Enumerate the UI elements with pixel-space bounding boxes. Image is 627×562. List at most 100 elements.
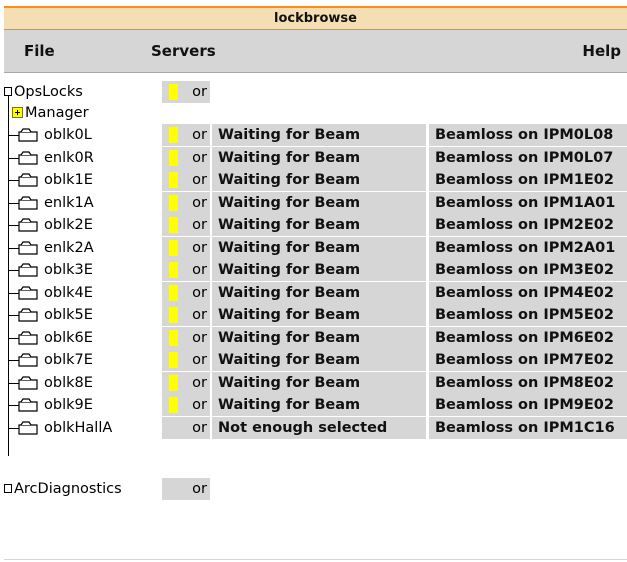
lock-row[interactable]: oblkHallA or Not enough selected Beamloss o… xyxy=(4,417,627,439)
status-text: Waiting for Beam xyxy=(218,240,361,256)
folder-icon xyxy=(18,263,38,277)
lock-row[interactable]: oblk5E or Waiting for Beam Beamloss on IPM5… xyxy=(4,304,627,326)
status-cell: Waiting for Beam xyxy=(212,237,426,259)
status-cell: Waiting for Beam xyxy=(212,192,426,214)
lock-row[interactable]: enlk1A or Waiting for Beam Beamloss on IPM1… xyxy=(4,192,627,214)
lock-row[interactable]: oblk1E or Waiting for Beam Beamloss on IPM1… xyxy=(4,169,627,191)
lock-name: oblkHallA xyxy=(44,420,113,436)
source-text: Beamloss on IPM8E02 xyxy=(435,375,614,391)
folder-icon xyxy=(18,286,38,300)
tree-row-arc[interactable]: ArcDiagnostics or xyxy=(4,478,627,500)
window-title: lockbrowse xyxy=(4,6,627,30)
status-cell: Waiting for Beam xyxy=(212,259,426,281)
expand-icon[interactable] xyxy=(12,107,23,118)
status-text: Waiting for Beam xyxy=(218,262,361,278)
folder-icon xyxy=(18,308,38,322)
source-cell: Beamloss on IPM7E02 xyxy=(429,349,627,371)
lock-row[interactable]: enlk0R or Waiting for Beam Beamloss on IPM0… xyxy=(4,147,627,169)
state-text: or xyxy=(192,262,207,278)
tree-root-label: OpsLocks xyxy=(14,84,83,100)
source-text: Beamloss on IPM9E02 xyxy=(435,397,614,413)
folder-icon xyxy=(18,196,38,210)
status-cell: Waiting for Beam xyxy=(212,282,426,304)
status-text: Waiting for Beam xyxy=(218,285,361,301)
status-cell: Waiting for Beam xyxy=(212,169,426,191)
state-cell: or xyxy=(162,417,210,439)
folder-icon xyxy=(18,173,38,187)
state-text: or xyxy=(192,217,207,233)
state-text: or xyxy=(192,150,207,166)
menu-file[interactable]: File xyxy=(24,30,55,73)
lock-name: oblk3E xyxy=(44,262,93,278)
state-indicator xyxy=(169,240,178,256)
lock-name: oblk4E xyxy=(44,285,93,301)
folder-icon xyxy=(18,241,38,255)
status-text: Waiting for Beam xyxy=(218,307,361,323)
lock-row[interactable]: oblk6E or Waiting for Beam Beamloss on IPM6… xyxy=(4,327,627,349)
lock-name: oblk7E xyxy=(44,352,93,368)
source-cell: Beamloss on IPM6E02 xyxy=(429,327,627,349)
state-text: or xyxy=(192,127,207,143)
lock-name: enlk1A xyxy=(44,195,94,211)
lock-name: oblk8E xyxy=(44,375,93,391)
state-cell: or xyxy=(162,282,210,304)
source-text: Beamloss on IPM0L08 xyxy=(435,127,614,143)
lock-row[interactable]: oblk8E or Waiting for Beam Beamloss on IPM8… xyxy=(4,372,627,394)
state-indicator xyxy=(169,84,178,100)
tree-row-root[interactable]: OpsLocks or xyxy=(4,81,627,103)
state-text: or xyxy=(192,285,207,301)
source-cell: Beamloss on IPM0L07 xyxy=(429,147,627,169)
folder-icon xyxy=(4,484,12,493)
source-cell: Beamloss on IPM0L08 xyxy=(429,124,627,146)
source-cell: Beamloss on IPM2A01 xyxy=(429,237,627,259)
menu-help[interactable]: Help xyxy=(582,30,621,73)
status-text: Not enough selected xyxy=(218,420,388,436)
state-text: or xyxy=(192,352,207,368)
folder-icon xyxy=(18,398,38,412)
status-text: Waiting for Beam xyxy=(218,375,361,391)
state-indicator xyxy=(169,352,178,368)
state-cell: or xyxy=(162,394,210,416)
lock-row[interactable]: oblk3E or Waiting for Beam Beamloss on IPM3… xyxy=(4,259,627,281)
state-cell: or xyxy=(162,124,210,146)
lock-row[interactable]: oblk7E or Waiting for Beam Beamloss on IPM7… xyxy=(4,349,627,371)
source-text: Beamloss on IPM1A01 xyxy=(435,195,616,211)
source-text: Beamloss on IPM0L07 xyxy=(435,150,614,166)
state-cell: or xyxy=(162,192,210,214)
tree-row-manager[interactable]: Manager xyxy=(4,102,627,124)
state-cell: or xyxy=(162,214,210,236)
state-cell: or xyxy=(162,81,210,103)
state-cell: or xyxy=(162,304,210,326)
status-cell: Waiting for Beam xyxy=(212,327,426,349)
source-text: Beamloss on IPM6E02 xyxy=(435,330,614,346)
state-indicator xyxy=(169,127,178,143)
lock-row[interactable]: oblk4E or Waiting for Beam Beamloss on IPM4… xyxy=(4,282,627,304)
folder-icon xyxy=(18,353,38,367)
tree-manager-label: Manager xyxy=(25,105,89,121)
state-cell: or xyxy=(162,478,210,500)
state-cell: or xyxy=(162,237,210,259)
state-text: or xyxy=(192,420,207,436)
lock-row[interactable]: oblk2E or Waiting for Beam Beamloss on IPM2… xyxy=(4,214,627,236)
status-text: Waiting for Beam xyxy=(218,172,361,188)
source-cell: Beamloss on IPM1E02 xyxy=(429,169,627,191)
status-cell: Waiting for Beam xyxy=(212,304,426,326)
source-cell: Beamloss on IPM5E02 xyxy=(429,304,627,326)
status-text: Waiting for Beam xyxy=(218,217,361,233)
tree-arc-label: ArcDiagnostics xyxy=(14,481,122,497)
lock-name: oblk2E xyxy=(44,217,93,233)
menu-servers[interactable]: Servers xyxy=(151,30,216,73)
lock-row[interactable]: oblk9E or Waiting for Beam Beamloss on IPM9… xyxy=(4,394,627,416)
state-text: or xyxy=(192,195,207,211)
state-indicator xyxy=(169,217,178,233)
lock-row[interactable]: enlk2A or Waiting for Beam Beamloss on IPM2… xyxy=(4,237,627,259)
divider xyxy=(4,559,627,560)
source-cell: Beamloss on IPM4E02 xyxy=(429,282,627,304)
state-text: or xyxy=(192,330,207,346)
source-text: Beamloss on IPM4E02 xyxy=(435,285,614,301)
lock-row[interactable]: oblk0L or Waiting for Beam Beamloss on IPM0… xyxy=(4,124,627,146)
source-cell: Beamloss on IPM3E02 xyxy=(429,259,627,281)
source-text: Beamloss on IPM2E02 xyxy=(435,217,614,233)
status-cell: Waiting for Beam xyxy=(212,372,426,394)
state-text: or xyxy=(192,397,207,413)
